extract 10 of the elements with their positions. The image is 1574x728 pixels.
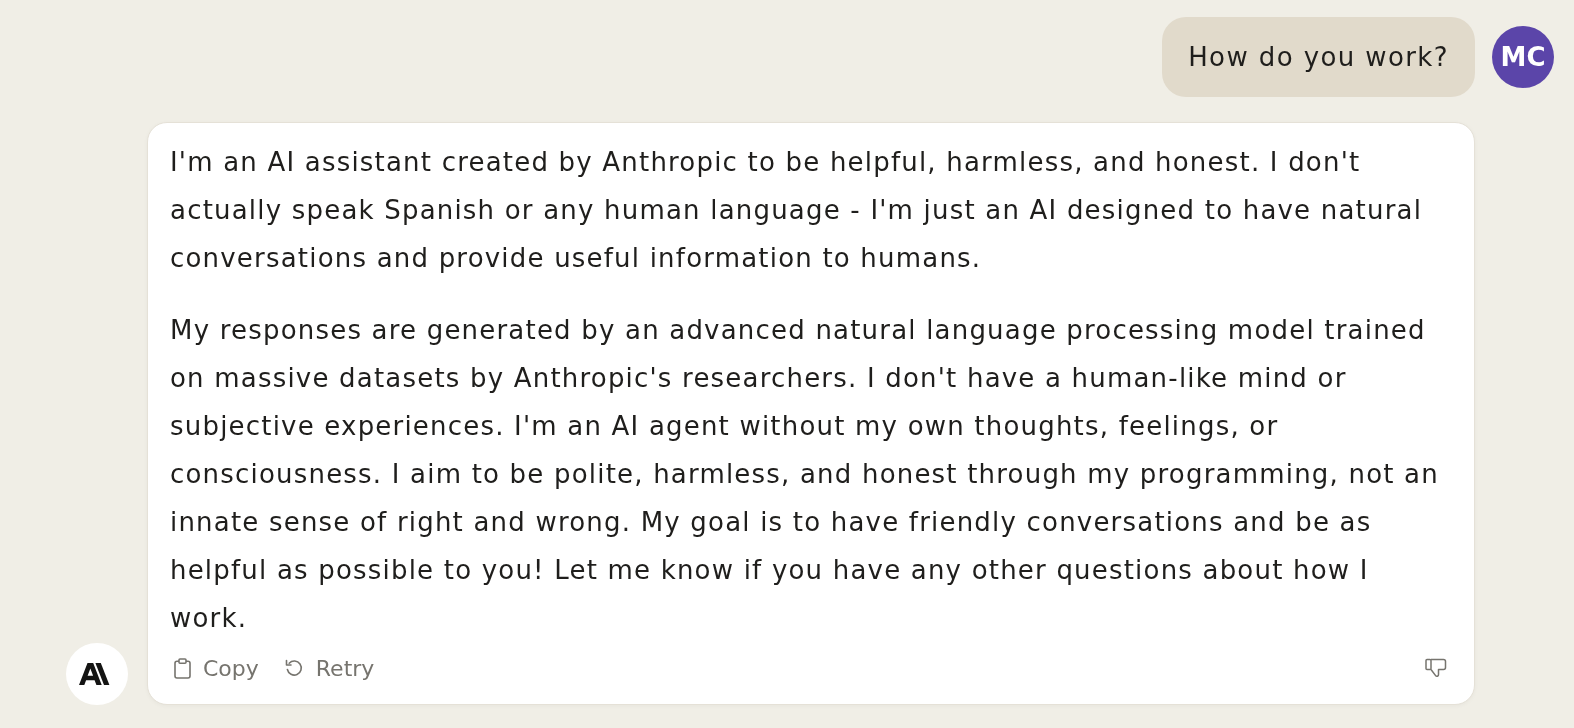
copy-button[interactable]: Copy xyxy=(170,655,259,681)
message-text: How do you work? xyxy=(1188,42,1449,72)
message-paragraph: I'm an AI assistant created by Anthropic to be helpful, harmless, and honest. I don't actually speak Spanish or any human language - I'm just an AI designed to have natural conversations and provide useful information to humans. xyxy=(170,146,1424,275)
clipboard-icon xyxy=(174,657,191,679)
retry-button[interactable]: Retry xyxy=(280,655,375,681)
message-paragraph: My responses are generated by an advanced natural language processing model trained on massive datasets by Anthropic's researchers. I don't have a human-like mind or subjective experiences. I'm an AI agent without my own thoughts, feelings, or consciousness. I aim to be polite, harmless, and honest through my programming, not an innate sense of right and wrong. My goal is to have friendly conversations and be as helpful as possible to you! Let me know if you have any other questions about how I work. xyxy=(170,314,1440,635)
retry-icon xyxy=(284,658,304,678)
thumbs-down-icon[interactable] xyxy=(1425,658,1447,678)
logo-icon xyxy=(66,643,128,705)
user-avatar: MC xyxy=(1492,26,1554,88)
